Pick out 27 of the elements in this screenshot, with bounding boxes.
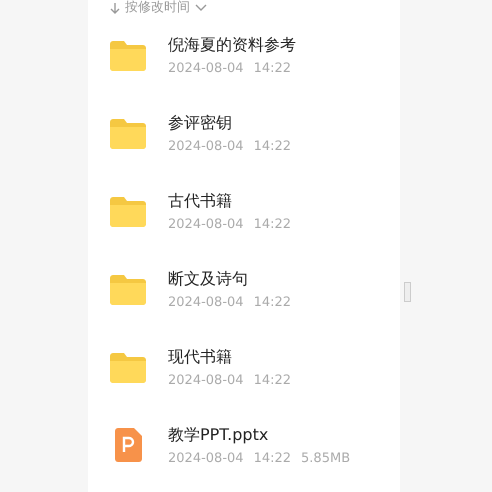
folder-icon bbox=[110, 351, 146, 383]
modified-time: 14:22 bbox=[254, 138, 292, 154]
scroll-handle[interactable] bbox=[404, 282, 411, 302]
sort-down-icon bbox=[110, 2, 120, 14]
modified-time: 14:22 bbox=[254, 216, 292, 232]
modified-date: 2024-08-04 bbox=[168, 372, 244, 388]
modified-date: 2024-08-04 bbox=[168, 138, 244, 154]
modified-time: 14:22 bbox=[254, 294, 292, 310]
folder-icon bbox=[110, 273, 146, 305]
modified-time: 14:22 bbox=[254, 450, 292, 466]
folder-icon bbox=[110, 117, 146, 149]
modified-time: 14:22 bbox=[254, 372, 292, 388]
file-name[interactable]: 现代书籍 bbox=[168, 346, 292, 368]
modified-time: 14:22 bbox=[254, 60, 292, 76]
modified-date: 2024-08-04 bbox=[168, 294, 244, 310]
file-name[interactable]: 古代书籍 bbox=[168, 190, 292, 212]
file-name[interactable]: 教学PPT.pptx bbox=[168, 424, 350, 446]
file-name[interactable]: 断文及诗句 bbox=[168, 268, 292, 290]
modified-date: 2024-08-04 bbox=[168, 450, 244, 466]
file-size: 5.85MB bbox=[301, 450, 350, 466]
folder-icon bbox=[110, 195, 146, 227]
file-name[interactable]: 参评密钥 bbox=[168, 112, 292, 134]
modified-date: 2024-08-04 bbox=[168, 216, 244, 232]
folder-icon bbox=[110, 39, 146, 71]
file-name[interactable]: 倪海夏的资料参考 bbox=[168, 34, 296, 56]
modified-date: 2024-08-04 bbox=[168, 60, 244, 76]
chevron-down-icon[interactable] bbox=[195, 4, 207, 12]
